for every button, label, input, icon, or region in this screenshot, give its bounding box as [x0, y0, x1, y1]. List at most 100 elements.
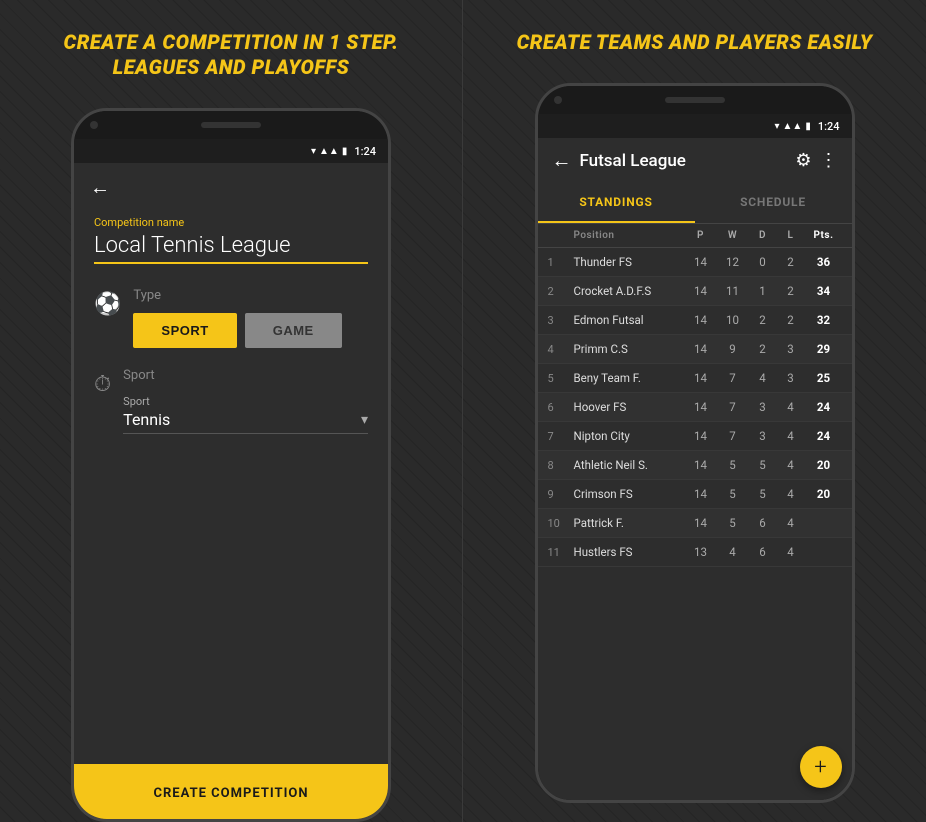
row-l: 2 — [778, 255, 804, 269]
row-name: Edmon Futsal — [574, 313, 684, 327]
row-w: 10 — [718, 313, 748, 327]
type-section: ⚽ Type SPORT GAME — [94, 288, 368, 348]
row-d: 4 — [750, 371, 776, 385]
sport-section: ⏱ Sport Sport Tennis ▾ — [94, 368, 368, 434]
phone-camera — [90, 121, 98, 129]
row-l: 3 — [778, 342, 804, 356]
row-p: 14 — [686, 342, 716, 356]
row-pts: 36 — [806, 255, 842, 269]
wifi-icon-right: ▾ — [775, 121, 780, 132]
table-row: 9 Crimson FS 14 5 5 4 20 — [538, 480, 852, 509]
more-options-icon[interactable]: ⋮ — [820, 150, 838, 171]
row-l: 4 — [778, 458, 804, 472]
phone-speaker — [201, 122, 261, 128]
row-w: 7 — [718, 429, 748, 443]
row-name: Crimson FS — [574, 487, 684, 501]
left-phone-content: Competition name Local Tennis League ⚽ T… — [74, 208, 388, 819]
type-content: Type SPORT GAME — [133, 288, 368, 348]
sport-content: Sport Sport Tennis ▾ — [123, 368, 368, 434]
row-pos: 2 — [548, 285, 572, 298]
status-time-left: 1:24 — [354, 145, 376, 158]
row-d: 1 — [750, 284, 776, 298]
row-pts: 25 — [806, 371, 842, 385]
sport-button[interactable]: SPORT — [133, 313, 236, 348]
row-pos: 11 — [548, 546, 572, 559]
row-p: 14 — [686, 284, 716, 298]
phone-top-notch-right — [538, 86, 852, 114]
right-panel-title: CREATE TEAMS AND PLAYERS EASILY — [497, 30, 893, 55]
sport-dropdown-container[interactable]: Sport Tennis ▾ — [123, 395, 368, 434]
back-button-left[interactable]: ← — [90, 175, 110, 200]
row-pos: 3 — [548, 314, 572, 327]
fab-add-button[interactable]: + — [800, 746, 842, 788]
row-w: 5 — [718, 487, 748, 501]
standings-wrapper: Position P W D L Pts. 1 Thunder FS 14 12… — [538, 224, 852, 800]
row-pos: 10 — [548, 517, 572, 530]
sport-selected-value: Tennis — [123, 410, 170, 429]
table-row: 3 Edmon Futsal 14 10 2 2 32 — [538, 306, 852, 335]
row-w: 7 — [718, 400, 748, 414]
row-name: Primm C.S — [574, 342, 684, 356]
battery-icon-right: ▮ — [805, 121, 811, 132]
battery-icon: ▮ — [342, 146, 348, 157]
dropdown-arrow-icon: ▾ — [361, 412, 368, 428]
tab-schedule[interactable]: SCHEDULE — [695, 183, 852, 223]
tab-standings[interactable]: STANDINGS — [538, 183, 695, 223]
sport-dropdown-row[interactable]: Tennis ▾ — [123, 410, 368, 434]
col-header-pos — [548, 230, 572, 241]
standings-table: Position P W D L Pts. 1 Thunder FS 14 12… — [538, 224, 852, 800]
row-d: 6 — [750, 516, 776, 530]
row-w: 11 — [718, 284, 748, 298]
row-p: 14 — [686, 516, 716, 530]
app-header-right: ← Futsal League ⚙ ⋮ — [538, 138, 852, 183]
gear-icon[interactable]: ⚙ — [795, 150, 811, 171]
row-name: Athletic Neil S. — [574, 458, 684, 472]
row-p: 14 — [686, 255, 716, 269]
left-panel-title: CREATE A COMPETITION IN 1 STEP. LEAGUES … — [0, 30, 462, 80]
row-pts: 20 — [806, 458, 842, 472]
row-pts: 32 — [806, 313, 842, 327]
row-name: Hustlers FS — [574, 545, 684, 559]
table-row: 11 Hustlers FS 13 4 6 4 — [538, 538, 852, 567]
row-w: 4 — [718, 545, 748, 559]
col-header-d: D — [750, 230, 776, 241]
competition-name-input[interactable]: Local Tennis League — [94, 233, 368, 264]
form-section: Competition name Local Tennis League ⚽ T… — [74, 208, 388, 764]
row-p: 13 — [686, 545, 716, 559]
type-icon: ⚽ — [94, 292, 121, 317]
type-buttons: SPORT GAME — [133, 313, 368, 348]
status-icons-right: ▾ ▲▲ ▮ 1:24 — [775, 120, 840, 133]
table-row: 1 Thunder FS 14 12 0 2 36 — [538, 248, 852, 277]
row-pts: 29 — [806, 342, 842, 356]
game-button[interactable]: GAME — [245, 313, 342, 348]
signal-icon-right: ▲▲ — [783, 121, 803, 132]
status-bar-right: ▾ ▲▲ ▮ 1:24 — [538, 114, 852, 138]
row-l: 3 — [778, 371, 804, 385]
type-label: Type — [133, 288, 368, 303]
row-pos: 7 — [548, 430, 572, 443]
row-d: 6 — [750, 545, 776, 559]
col-header-w: W — [718, 230, 748, 241]
row-l: 4 — [778, 429, 804, 443]
row-d: 2 — [750, 313, 776, 327]
row-p: 14 — [686, 487, 716, 501]
row-name: Nipton City — [574, 429, 684, 443]
row-pos: 8 — [548, 459, 572, 472]
standings-rows-container: 1 Thunder FS 14 12 0 2 36 2 Crocket A.D.… — [538, 248, 852, 567]
row-pts: 20 — [806, 487, 842, 501]
row-w: 5 — [718, 458, 748, 472]
row-p: 14 — [686, 458, 716, 472]
row-l: 2 — [778, 284, 804, 298]
back-button-right[interactable]: ← — [552, 148, 572, 173]
sport-dropdown-label: Sport — [123, 395, 368, 408]
tabs-row: STANDINGS SCHEDULE — [538, 183, 852, 224]
app-header-left: ← — [74, 163, 388, 208]
row-p: 14 — [686, 313, 716, 327]
create-competition-bar[interactable]: CREATE COMPETITION — [74, 764, 388, 819]
right-phone-mockup: ▾ ▲▲ ▮ 1:24 ← Futsal League ⚙ ⋮ STANDING… — [535, 83, 855, 803]
row-l: 4 — [778, 487, 804, 501]
row-pos: 1 — [548, 256, 572, 269]
row-l: 4 — [778, 400, 804, 414]
create-competition-button[interactable]: CREATE COMPETITION — [153, 786, 308, 801]
row-l: 4 — [778, 545, 804, 559]
